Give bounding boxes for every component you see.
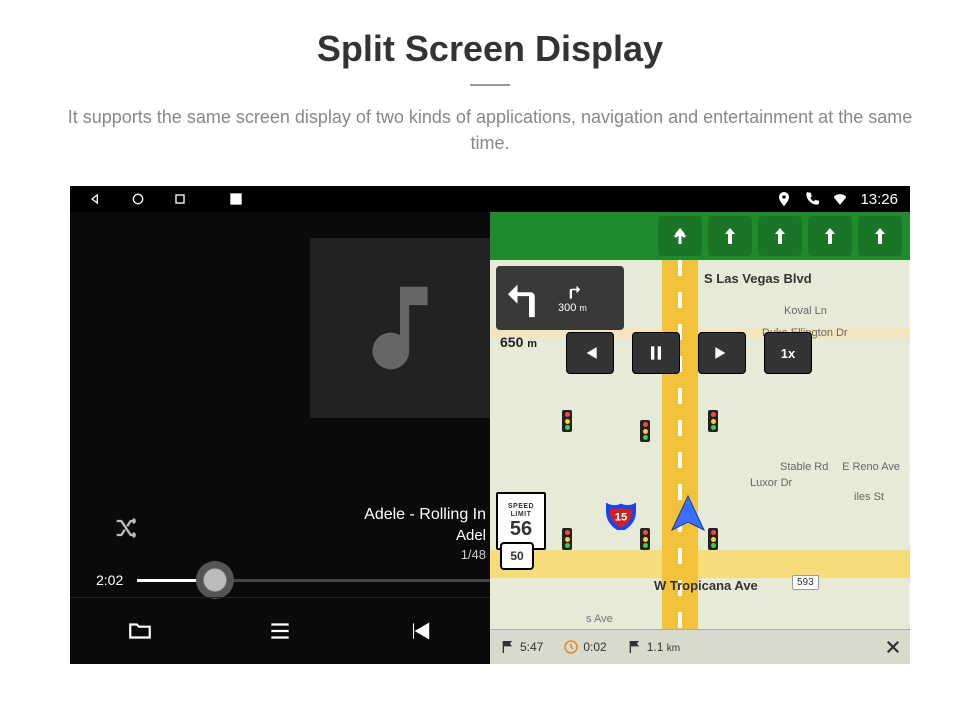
lane-arrow — [758, 216, 802, 256]
location-icon — [776, 191, 792, 207]
page-title: Split Screen Display — [317, 28, 663, 70]
progress-knob[interactable] — [196, 561, 234, 599]
traffic-light-icon — [708, 410, 718, 432]
route-shield: 50 — [500, 542, 534, 570]
map-pause-button[interactable] — [632, 332, 680, 374]
traffic-light-icon — [640, 420, 650, 442]
street-label-hughes: s Ave — [582, 612, 617, 626]
distance-item[interactable]: 1.1 km — [617, 639, 690, 655]
traffic-light-icon — [562, 528, 572, 550]
street-label-koval: Koval Ln — [780, 304, 831, 318]
flag-icon — [500, 639, 516, 655]
turn-left-icon — [500, 273, 558, 323]
turn-instruction-card: 300 m — [496, 266, 624, 330]
travel-time-item[interactable]: 0:02 — [553, 639, 616, 655]
turn-distance: 650 m — [500, 334, 537, 350]
map-next-button[interactable] — [698, 332, 746, 374]
home-icon[interactable] — [130, 191, 146, 207]
street-label-giles: iles St — [850, 490, 888, 504]
shuffle-button[interactable] — [110, 512, 142, 544]
flag-icon — [627, 639, 643, 655]
previous-track-button[interactable] — [350, 598, 490, 664]
turn-right-small-icon — [563, 282, 581, 300]
music-bottom-bar — [70, 597, 490, 664]
track-artist: Adel — [364, 526, 486, 546]
elapsed-time: 2:02 — [96, 572, 123, 588]
traffic-light-icon — [708, 528, 718, 550]
album-art-placeholder — [310, 238, 490, 418]
map-prev-button[interactable] — [566, 332, 614, 374]
navigation-pane: S Las Vegas Blvd Koval Ln Duke Ellington… — [490, 212, 910, 664]
playlist-button[interactable] — [210, 598, 350, 664]
map-speed-button[interactable]: 1x — [764, 332, 812, 374]
status-time: 13:26 — [860, 191, 898, 208]
traffic-light-icon — [562, 410, 572, 432]
page-subtitle: It supports the same screen display of t… — [60, 104, 920, 156]
track-title: Adele - Rolling In — [364, 504, 486, 526]
recents-icon[interactable] — [172, 191, 188, 207]
street-label-tropicana: W Tropicana Ave — [650, 577, 762, 594]
status-bar: 13:26 — [70, 186, 910, 212]
speed-limit-label: SPEEDLIMIT — [508, 503, 534, 518]
title-divider — [470, 84, 510, 86]
nav-close-button[interactable] — [876, 630, 910, 664]
street-label-luxor: Luxor Dr — [746, 476, 796, 490]
lane-arrow — [708, 216, 752, 256]
traffic-light-icon — [640, 528, 650, 550]
music-note-icon — [345, 273, 455, 383]
image-indicator-icon — [228, 191, 244, 207]
wifi-icon — [832, 191, 848, 207]
interstate-shield-icon: 15 — [606, 500, 636, 530]
lane-arrow — [858, 216, 902, 256]
nav-bottom-bar: 5:47 0:02 1.1 km — [490, 629, 910, 664]
speed-limit-value: 56 — [510, 518, 532, 541]
music-pane: Adele - Rolling In Adel 1/48 2:02 — [70, 212, 490, 664]
lane-guidance-bar — [490, 212, 910, 260]
street-label-stable: Stable Rd — [776, 460, 832, 474]
phone-icon — [804, 191, 820, 207]
lane-arrow — [808, 216, 852, 256]
folder-button[interactable] — [70, 598, 210, 664]
track-counter: 1/48 — [364, 546, 486, 564]
clock-icon — [563, 639, 579, 655]
map-media-controls: 1x — [566, 332, 812, 374]
svg-text:15: 15 — [615, 512, 628, 524]
progress-bar[interactable] — [137, 579, 490, 582]
device-frame: 13:26 Adele - Rolling In Adel 1/48 2:02 — [70, 186, 910, 664]
street-label-tropicana-num: 593 — [792, 575, 819, 590]
street-label-reno: E Reno Ave — [838, 460, 904, 474]
back-icon[interactable] — [88, 191, 104, 207]
current-position-arrow — [668, 494, 708, 534]
eta-item[interactable]: 5:47 — [490, 639, 553, 655]
lane-arrow — [658, 216, 702, 256]
street-label-vegas: S Las Vegas Blvd — [700, 270, 816, 287]
track-info: Adele - Rolling In Adel 1/48 — [364, 504, 490, 563]
